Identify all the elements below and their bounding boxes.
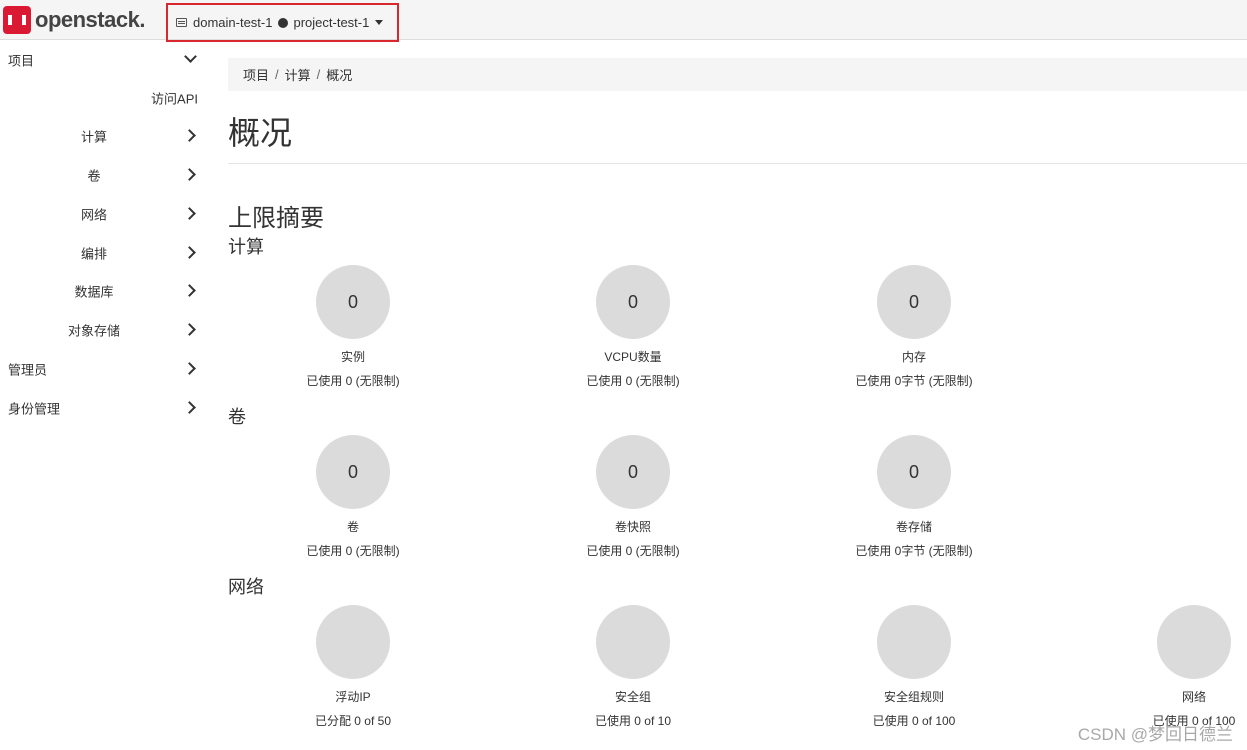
quota-pie-security-groups <box>596 605 670 679</box>
quota-pie-ram: 0 <box>877 265 951 339</box>
chevron-right-icon <box>183 207 196 220</box>
sidebar-item-network[interactable]: 网络 <box>0 194 210 233</box>
quota-usage: 已使用 0 (无限制) <box>306 374 400 388</box>
quota-usage: 已使用 0 (无限制) <box>306 544 400 558</box>
brand-name: openstack <box>35 7 140 32</box>
chevron-down-icon <box>184 50 197 63</box>
sidebar-item-label: 项目 <box>8 53 35 68</box>
project-name: project-test-1 <box>293 15 370 30</box>
sidebar-item-database[interactable]: 数据库 <box>0 271 210 310</box>
sidebar-item-label: 数据库 <box>74 284 114 299</box>
quota-usage: 已使用 0字节 (无限制) <box>855 544 973 558</box>
openstack-logo[interactable]: openstack. <box>3 5 145 35</box>
sidebar-item-identity[interactable]: 身份管理 <box>0 388 210 427</box>
quota-label: VCPU数量 <box>604 350 662 364</box>
chevron-right-icon <box>183 362 196 375</box>
breadcrumb-item-project[interactable]: 项目 <box>243 65 269 84</box>
chevron-right-icon <box>183 323 196 336</box>
quota-value: 0 <box>908 461 919 482</box>
top-navbar: openstack. domain-test-1 project-test-1 <box>0 0 1247 42</box>
quota-label: 卷存储 <box>895 520 932 534</box>
domain-icon <box>176 18 187 27</box>
quota-label: 浮动IP <box>335 690 371 704</box>
project-context-selector[interactable]: domain-test-1 project-test-1 <box>166 3 399 42</box>
breadcrumb-separator: / <box>316 67 321 82</box>
caret-down-icon <box>375 20 384 25</box>
sidebar-item-label: 编排 <box>80 246 108 261</box>
breadcrumb-item-compute[interactable]: 计算 <box>285 65 311 84</box>
sidebar-item-label: 管理员 <box>8 362 48 377</box>
breadcrumb: 项目 / 计算 / 概况 <box>228 58 1247 91</box>
quota-label: 实例 <box>340 350 365 364</box>
quota-label: 卷 <box>346 520 359 534</box>
chevron-right-icon <box>183 284 196 297</box>
page-title: 概况 <box>228 115 293 151</box>
quota-usage: 已使用 0 of 10 <box>594 714 672 728</box>
sidebar-item-project[interactable]: 项目 <box>0 40 210 79</box>
quota-usage: 已分配 0 of 50 <box>314 714 392 728</box>
quota-pie-networks <box>1157 605 1231 679</box>
openstack-logo-icon <box>3 6 31 34</box>
breadcrumb-item-overview: 概况 <box>326 68 353 83</box>
sidebar-item-orchestration[interactable]: 编排 <box>0 233 210 272</box>
compute-section-heading: 计算 <box>228 237 264 257</box>
quota-pie-volume-snapshots: 0 <box>596 435 670 509</box>
sidebar: 项目 访问API 计算 卷 网络 编排 数据库 对象存储 管理员 身份管理 <box>0 40 210 750</box>
network-section-heading: 网络 <box>228 577 264 597</box>
quota-usage: 已使用 0 (无限制) <box>586 544 680 558</box>
sidebar-item-object-store[interactable]: 对象存储 <box>0 310 210 349</box>
chevron-right-icon <box>183 401 196 414</box>
quota-pie-security-group-rules <box>877 605 951 679</box>
quota-label: 安全组规则 <box>883 690 944 704</box>
quota-value: 0 <box>347 461 358 482</box>
quota-pie-instances: 0 <box>316 265 390 339</box>
chevron-right-icon <box>183 246 196 259</box>
limit-summary-heading: 上限摘要 <box>228 205 324 232</box>
quota-label: 卷快照 <box>614 520 651 534</box>
sidebar-item-volumes[interactable]: 卷 <box>0 155 210 194</box>
project-icon <box>278 17 289 28</box>
quota-pie-volume-storage: 0 <box>877 435 951 509</box>
brand-dot: . <box>139 7 145 32</box>
domain-name: domain-test-1 <box>193 15 273 30</box>
quota-value: 0 <box>908 291 919 312</box>
watermark: CSDN @梦回日德兰 <box>1077 725 1233 744</box>
sidebar-item-admin[interactable]: 管理员 <box>0 349 210 388</box>
chevron-right-icon <box>183 168 196 181</box>
sidebar-item-label: 访问API <box>151 91 198 106</box>
quota-pie-volumes: 0 <box>316 435 390 509</box>
sidebar-item-label: 计算 <box>80 129 108 144</box>
quota-label: 内存 <box>901 350 926 364</box>
sidebar-item-label: 对象存储 <box>67 323 121 338</box>
sidebar-item-access-api[interactable]: 访问API <box>0 78 210 117</box>
quota-value: 0 <box>627 291 638 312</box>
quota-usage: 已使用 0字节 (无限制) <box>855 374 973 388</box>
quota-value: 0 <box>347 291 358 312</box>
chevron-right-icon <box>183 129 196 142</box>
quota-label: 安全组 <box>614 690 651 704</box>
quota-value: 0 <box>627 461 638 482</box>
quota-pie-floating-ips <box>316 605 390 679</box>
quota-pie-vcpus: 0 <box>596 265 670 339</box>
volume-section-heading: 卷 <box>228 407 246 427</box>
breadcrumb-separator: / <box>275 67 279 82</box>
sidebar-item-label: 身份管理 <box>8 401 61 416</box>
quota-usage: 已使用 0 of 100 <box>872 714 956 728</box>
sidebar-item-label: 网络 <box>80 207 108 222</box>
sidebar-item-label: 卷 <box>87 168 101 183</box>
quota-usage: 已使用 0 (无限制) <box>586 374 680 388</box>
title-divider <box>228 163 1247 164</box>
quota-label: 网络 <box>1181 690 1206 704</box>
sidebar-item-compute[interactable]: 计算 <box>0 116 210 155</box>
